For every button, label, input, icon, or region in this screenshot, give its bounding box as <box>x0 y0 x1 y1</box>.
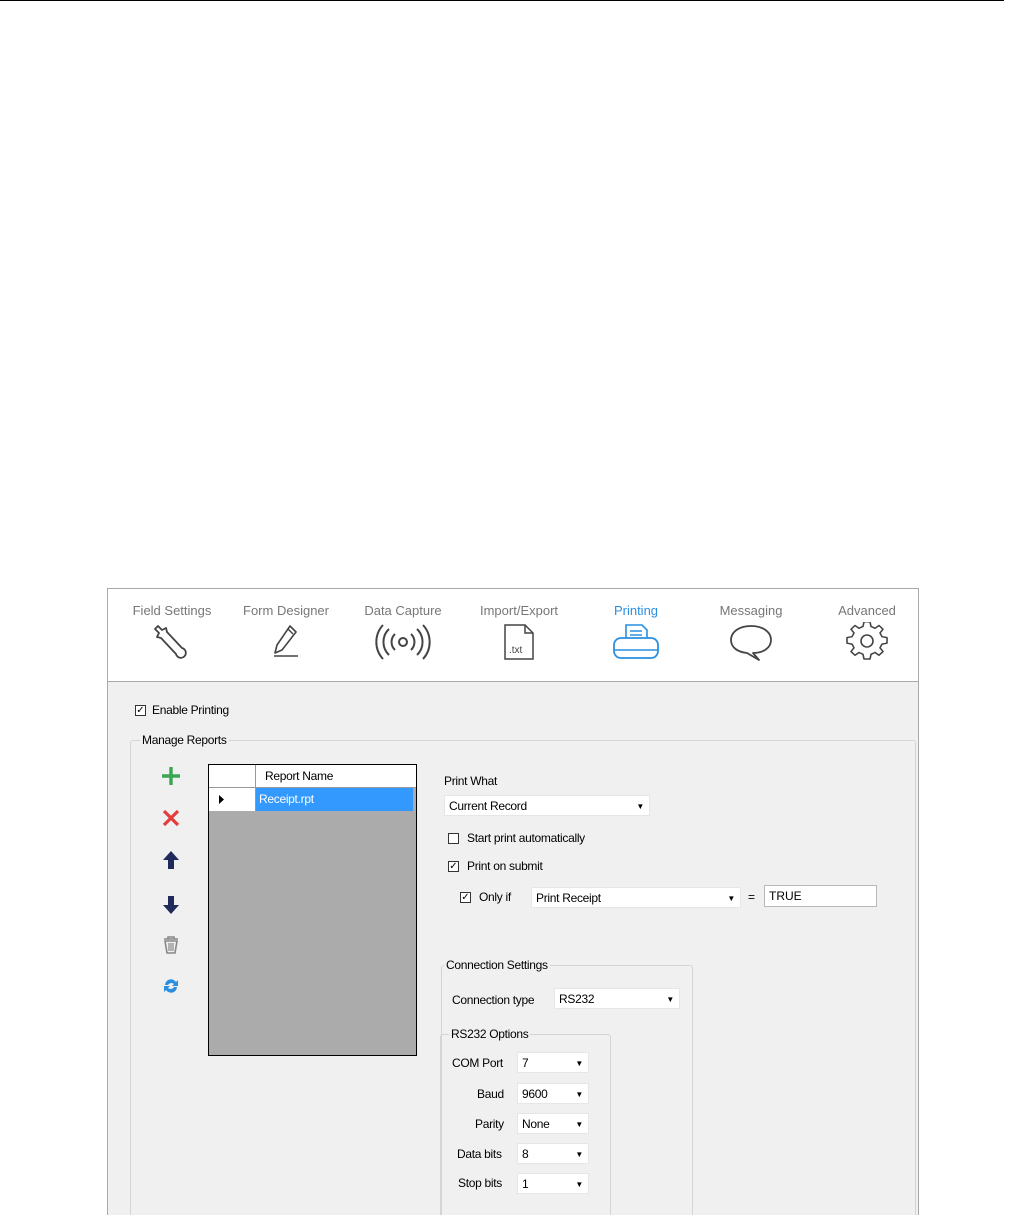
connection-settings-legend: Connection Settings <box>444 958 550 972</box>
refresh-icon[interactable] <box>160 975 182 997</box>
only-if-label: Only if <box>479 890 511 904</box>
data-bits-label: Data bits <box>457 1147 502 1161</box>
printer-icon <box>613 624 659 659</box>
chevron-down-icon: ▼ <box>575 1120 583 1129</box>
only-if-field-value: Print Receipt <box>536 891 601 905</box>
data-bits-value: 8 <box>522 1147 529 1161</box>
manage-reports-legend: Manage Reports <box>140 733 229 747</box>
speech-bubble-icon <box>730 625 772 661</box>
pencil-icon <box>274 625 298 657</box>
column-header-report-name[interactable]: Report Name <box>265 769 333 783</box>
com-port-select[interactable]: 7 ▼ <box>517 1052 589 1073</box>
chevron-down-icon: ▼ <box>636 802 644 811</box>
enable-printing-label: Enable Printing <box>152 703 229 717</box>
reports-grid: Report Name Receipt.rpt <box>208 764 417 1056</box>
com-port-value: 7 <box>522 1056 529 1070</box>
only-if-value-input[interactable]: TRUE <box>764 885 877 907</box>
tab-label: Data Capture <box>364 603 442 618</box>
report-name-cell[interactable]: Receipt.rpt <box>256 788 413 811</box>
tab-label: Import/Export <box>479 603 559 618</box>
tab-messaging[interactable]: Messaging <box>706 603 796 673</box>
enable-printing-checkbox[interactable]: ✓ <box>135 705 146 716</box>
print-what-select[interactable]: Current Record ▼ <box>444 795 650 816</box>
stop-bits-select[interactable]: 1 ▼ <box>517 1173 589 1194</box>
trash-icon[interactable] <box>160 934 182 956</box>
txt-file-icon: .txt <box>504 624 534 660</box>
tab-label: Printing <box>613 603 659 618</box>
print-on-submit-checkbox[interactable]: ✓ <box>448 861 459 872</box>
txt-file-label: .txt <box>509 645 523 656</box>
chevron-down-icon: ▼ <box>575 1090 583 1099</box>
tab-data-capture[interactable]: Data Capture <box>356 603 450 673</box>
baud-label: Baud <box>477 1087 504 1101</box>
move-up-icon[interactable] <box>160 849 182 871</box>
parity-value: None <box>522 1117 550 1131</box>
wrench-icon <box>154 625 187 659</box>
start-print-checkbox[interactable] <box>448 833 459 844</box>
current-row-arrow-icon <box>219 795 224 804</box>
rs232-options-legend: RS232 Options <box>449 1027 531 1041</box>
radio-waves-icon <box>375 624 431 660</box>
add-icon[interactable] <box>160 765 182 787</box>
connection-type-label: Connection type <box>452 993 535 1007</box>
parity-label: Parity <box>475 1117 504 1131</box>
chevron-down-icon: ▼ <box>575 1180 583 1189</box>
chevron-down-icon: ▼ <box>666 995 674 1004</box>
row-header <box>209 788 256 811</box>
delete-icon[interactable] <box>160 807 182 829</box>
print-what-label: Print What <box>444 774 498 788</box>
tab-label: Advanced <box>838 603 896 618</box>
tab-import-export[interactable]: Import/Export .txt <box>472 603 566 673</box>
top-divider <box>0 0 1004 1</box>
only-if-checkbox[interactable]: ✓ <box>460 892 471 903</box>
grid-header: Report Name <box>209 765 416 788</box>
move-down-icon[interactable] <box>160 894 182 916</box>
chevron-down-icon: ▼ <box>727 894 735 903</box>
connection-type-select[interactable]: RS232 ▼ <box>554 988 680 1009</box>
table-row[interactable]: Receipt.rpt <box>209 788 416 811</box>
stop-bits-value: 1 <box>522 1177 529 1191</box>
print-on-submit-label: Print on submit <box>467 859 543 873</box>
baud-select[interactable]: 9600 ▼ <box>517 1083 589 1104</box>
data-bits-select[interactable]: 8 ▼ <box>517 1143 589 1164</box>
chevron-down-icon: ▼ <box>575 1059 583 1068</box>
print-what-value: Current Record <box>449 799 527 813</box>
tab-label: Form Designer <box>243 603 329 618</box>
row-header-corner <box>209 765 256 787</box>
connection-type-value: RS232 <box>559 992 595 1006</box>
settings-window: Field Settings Form Designer Data Captur… <box>107 588 919 1215</box>
gear-icon <box>846 622 888 660</box>
tab-label: Field Settings <box>132 603 212 618</box>
start-print-label: Start print automatically <box>467 831 585 845</box>
stop-bits-label: Stop bits <box>458 1176 502 1190</box>
tab-printing[interactable]: Printing <box>592 603 680 673</box>
parity-select[interactable]: None ▼ <box>517 1113 589 1134</box>
baud-value: 9600 <box>522 1087 548 1101</box>
tab-form-designer[interactable]: Form Designer <box>236 603 336 673</box>
tab-advanced[interactable]: Advanced <box>826 603 908 673</box>
tab-label: Messaging <box>719 603 783 618</box>
chevron-down-icon: ▼ <box>575 1150 583 1159</box>
equals-sign: = <box>748 890 755 904</box>
tab-field-settings[interactable]: Field Settings <box>124 603 220 673</box>
tab-bar: Field Settings Form Designer Data Captur… <box>108 589 918 682</box>
only-if-field-select[interactable]: Print Receipt ▼ <box>531 887 741 908</box>
com-port-label: COM Port <box>452 1056 503 1070</box>
